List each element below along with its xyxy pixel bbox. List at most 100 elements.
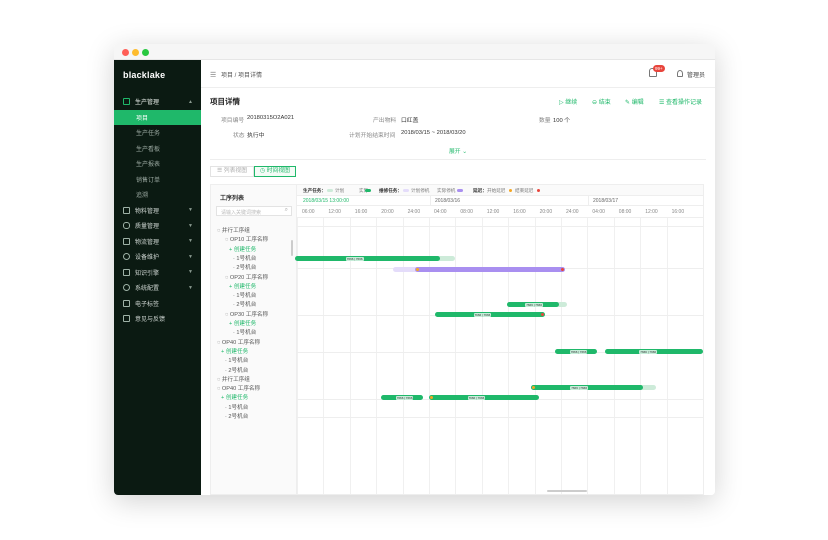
list-scrollbar[interactable]: [291, 240, 293, 256]
task-bar-label: 7666 | 7666: [345, 256, 364, 261]
legend-actual-swatch: [365, 189, 371, 192]
chevron-down-icon: ▼: [188, 238, 193, 245]
machine-row: · 1号机台: [233, 328, 256, 336]
field-label-qty: 数量: [539, 118, 551, 124]
truck-icon: [123, 237, 130, 245]
operation-row: ◌ OP30 工序名称: [225, 310, 268, 318]
day-divider: [588, 196, 589, 206]
window-titlebar: [114, 44, 715, 60]
day-label: 2018/03/16: [435, 198, 461, 204]
user-icon[interactable]: [677, 70, 683, 77]
sidebar-subitem-sales-order[interactable]: 销售订单: [114, 172, 201, 188]
create-task-link[interactable]: + 创建任务: [221, 393, 248, 401]
sidebar-item-label: 意见与反馈: [135, 317, 166, 324]
sidebar-subitem-production-board[interactable]: 生产看板: [114, 141, 201, 157]
timeline-panel: 生产任务： 计划 实际 维修任务： 计划停机 实际停机 延迟： 开始延迟 结束延…: [295, 185, 703, 494]
hour-label: 24:00: [407, 209, 421, 215]
hour-label: 12:00: [328, 209, 341, 215]
sidebar-item-feedback[interactable]: 意见与反馈: [114, 311, 201, 327]
hour-label: 04:00: [434, 209, 447, 215]
chevron-down-icon: ▼: [188, 222, 193, 229]
hour-label: 08:00: [618, 209, 632, 215]
create-task-link[interactable]: + 创建任务: [221, 347, 248, 355]
operation-row: ◌ OP10 工序名称: [225, 235, 268, 243]
hour-label: 16:00: [671, 209, 685, 215]
machine-row: · 1号机台: [233, 254, 256, 262]
end-delay-dot: [541, 313, 544, 316]
sidebar-item-label: 设备维护: [135, 255, 160, 262]
sidebar-item-label: 电子标签: [135, 301, 160, 308]
top-header: ☰ 项目 / 项目详情 99+ 管理员: [201, 60, 715, 88]
create-task-link[interactable]: + 创建任务: [229, 319, 256, 327]
menu-fold-icon[interactable]: ☰: [210, 71, 216, 79]
view-log-button[interactable]: ☰ 查看操作记录: [659, 97, 702, 106]
tab-list-view[interactable]: ☰ 列表视图: [210, 166, 254, 177]
day-label: 2018/03/17: [593, 198, 619, 204]
grid-line: [561, 218, 562, 494]
sidebar-subitem-production-task[interactable]: 生产任务: [114, 125, 201, 141]
breadcrumb[interactable]: 项目 / 项目详情: [221, 70, 262, 79]
search-input[interactable]: 请输入关键词搜索 ⌕: [216, 206, 292, 216]
sidebar-item-logistics[interactable]: 物流管理 ▼: [114, 234, 201, 250]
list-icon: ☰: [216, 168, 224, 174]
row-label: 2号机台: [228, 414, 249, 420]
sidebar-item-quality[interactable]: 质量管理 ▼: [114, 218, 201, 234]
edit-button[interactable]: ✎ 编辑: [625, 97, 644, 106]
start-delay-dot: [532, 386, 535, 389]
row-label: OP10 工序名称: [229, 237, 269, 244]
stop-circle-icon: ⊖: [592, 100, 599, 106]
sidebar-subitem-production-report[interactable]: 生产报表: [114, 156, 201, 172]
clock-icon: ◷: [260, 168, 267, 174]
legend-maint-actual-label: 实际停机: [437, 188, 456, 193]
expand-toggle[interactable]: 展开 ⌄: [449, 146, 467, 155]
create-task-link[interactable]: + 创建任务: [229, 282, 256, 290]
create-task-link[interactable]: + 创建任务: [229, 245, 256, 253]
row-label: 创建任务: [233, 246, 257, 253]
gantt-task-bar[interactable]: [415, 267, 565, 272]
start-delay-dot: [416, 268, 419, 271]
timeline-scrollbar[interactable]: [547, 490, 587, 492]
sidebar-item-etag[interactable]: 电子标签: [114, 296, 201, 312]
list-icon: ☰: [659, 100, 667, 106]
sidebar-item-system[interactable]: 系统配置 ▼: [114, 280, 201, 296]
sidebar-item-material[interactable]: 物料管理 ▼: [114, 203, 201, 219]
tab-time-view[interactable]: ◷ 时间视图: [254, 166, 296, 177]
edit-icon: ✎: [625, 100, 632, 106]
row-label: 1号机台: [228, 358, 249, 365]
operation-row: ◌ OP40 工序名称: [217, 338, 260, 346]
sidebar-subitem-project[interactable]: 项目: [114, 109, 201, 125]
legend-maint-plan-swatch: [403, 189, 409, 192]
row-label: OP40 工序名称: [221, 386, 261, 393]
timeline-hour-row: 06:00 12:00 16:00 20:00 24:00 04:00 08:00 12:00…: [297, 206, 703, 218]
maximize-window-button[interactable]: [142, 49, 149, 56]
close-window-button[interactable]: [122, 49, 129, 56]
app-window: blacklake 生产管理 ▲ 项目 生产任务 生产看板 生产报表 销售订单 …: [114, 44, 715, 495]
sidebar-subitem-trace[interactable]: 追溯: [114, 187, 201, 203]
gantt-task-bar[interactable]: [295, 256, 440, 261]
sidebar-item-label: 知识引擎: [135, 270, 160, 277]
legend-delay-start-dot: [509, 189, 512, 192]
legend-maint-plan-label: 计划停机: [411, 188, 430, 193]
continue-button[interactable]: ▷ 继续: [559, 97, 577, 106]
box-icon: [123, 206, 130, 214]
day-label: 2018/03/15 13:00:00: [303, 198, 349, 204]
sidebar-item-production[interactable]: 生产管理 ▲: [114, 94, 201, 110]
row-label: 创建任务: [233, 283, 257, 290]
gantt-container: 工序列表 请输入关键词搜索 ⌕ ◌ 并行工序组 ◌ OP10 工序名称 + 创建任务…: [210, 184, 704, 495]
legend-delay-start-label: 开始延迟: [487, 188, 506, 193]
shield-icon: [123, 222, 130, 230]
row-label: OP20 工序名称: [229, 274, 269, 281]
process-list-header: 工序列表: [220, 196, 245, 202]
user-name[interactable]: 管理员: [687, 70, 705, 79]
task-bar-label: 7666 | 7666: [570, 385, 588, 390]
machine-row: · 2号机台: [233, 300, 256, 308]
sidebar-item-label: 物料管理: [135, 208, 160, 215]
hour-label: 12:00: [645, 209, 658, 215]
sidebar-item-maintenance[interactable]: 设备维护 ▼: [114, 249, 201, 265]
end-button[interactable]: ⊖ 结束: [592, 97, 611, 106]
grid-row-separator: [297, 226, 703, 227]
legend-plan-swatch: [327, 189, 333, 192]
divider: [210, 159, 706, 160]
minimize-window-button[interactable]: [132, 49, 139, 56]
sidebar-item-knowledge[interactable]: 知识引擎 ▼: [114, 265, 201, 281]
